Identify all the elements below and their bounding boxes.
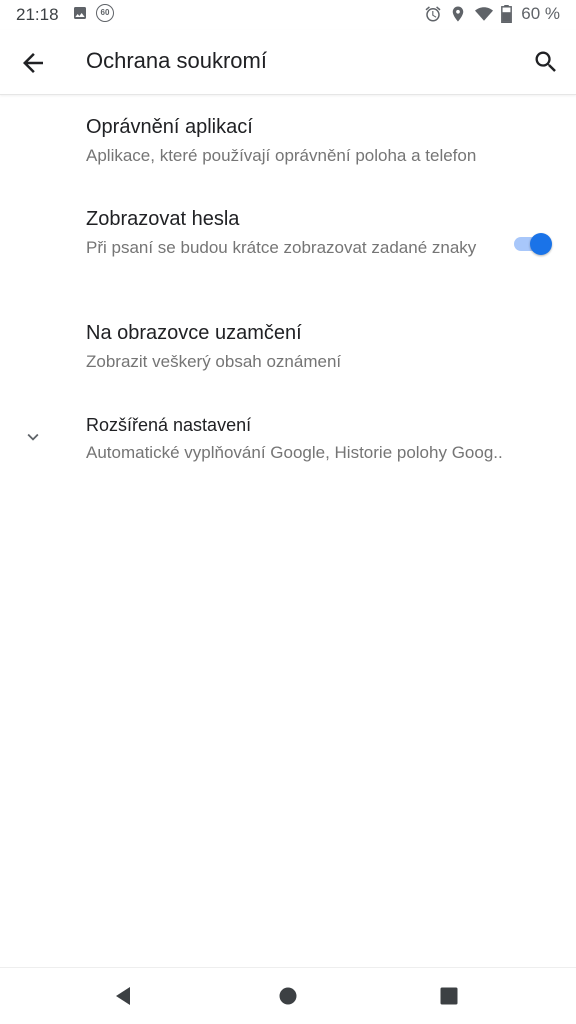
battery-icon (501, 5, 513, 23)
badge-60-icon: 60 (96, 4, 114, 22)
search-icon[interactable] (532, 48, 560, 76)
status-notification-icons: 60 (72, 4, 114, 22)
nav-home-icon[interactable] (276, 984, 300, 1008)
nav-back-icon[interactable] (112, 984, 136, 1008)
battery-percentage: 60 % (521, 4, 560, 23)
alarm-icon (425, 6, 441, 22)
setting-title: Zobrazovat hesla (86, 208, 240, 230)
setting-title: Rozšířená nastavení (86, 415, 252, 435)
setting-summary: Při psaní se budou krátce zobrazovat zad… (86, 238, 477, 257)
setting-title: Na obrazovce uzamčení (86, 322, 302, 344)
setting-lock-screen[interactable]: Na obrazovce uzamčení Zobrazit veškerý o… (0, 304, 576, 400)
setting-show-passwords[interactable]: Zobrazovat hesla Při psaní se budou krát… (0, 192, 576, 304)
setting-app-permissions[interactable]: Oprávnění aplikací Aplikace, které použí… (0, 96, 576, 192)
setting-summary: Zobrazit veškerý obsah oznámení (86, 352, 342, 371)
setting-summary: Automatické vyplňování Google, Historie … (86, 443, 503, 462)
setting-summary: Aplikace, které používají oprávnění polo… (86, 146, 477, 165)
chevron-down-icon (27, 433, 39, 441)
status-time: 21:18 (16, 5, 59, 24)
show-passwords-toggle[interactable] (514, 229, 554, 257)
setting-advanced[interactable]: Rozšířená nastavení Automatické vyplňová… (0, 400, 576, 488)
setting-title: Oprávnění aplikací (86, 116, 253, 138)
status-bar: 21:18 60 60 % (0, 0, 576, 30)
settings-screen: 21:18 60 60 % Ochrana soukromí Oprávnění… (0, 0, 576, 1024)
location-icon (453, 6, 464, 22)
wifi-icon (475, 7, 494, 21)
toggle-thumb (530, 233, 552, 255)
image-icon (74, 7, 86, 19)
status-system-icons: 60 % (424, 4, 560, 24)
nav-recents-icon[interactable] (437, 984, 461, 1008)
app-bar: Ochrana soukromí (0, 30, 576, 95)
navigation-bar (0, 967, 576, 1024)
page-title: Ochrana soukromí (86, 48, 267, 73)
back-arrow-icon[interactable] (18, 48, 48, 78)
